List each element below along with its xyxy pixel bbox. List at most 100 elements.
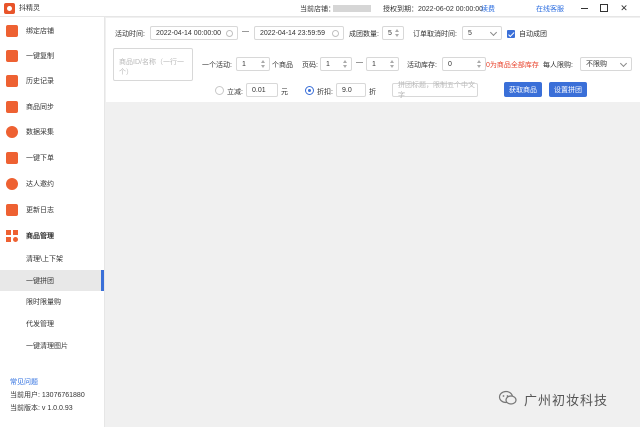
- maximize-icon[interactable]: [598, 2, 610, 14]
- spinner-icon[interactable]: [389, 60, 396, 69]
- sidebar-item-update-log[interactable]: 更新日志: [0, 198, 104, 222]
- time-range-dash: —: [242, 28, 249, 35]
- auto-group-label: 自动成团: [519, 31, 547, 38]
- page-label: 页码:: [302, 62, 318, 69]
- group-buy-form: 活动时间: 2022-04-14 00:00:00 — 2022-04-14 2…: [106, 18, 640, 102]
- product-ids-textarea[interactable]: 商品ID/名称（一行一个）: [113, 48, 193, 81]
- sidebar-item-label: 更新日志: [26, 207, 54, 214]
- sidebar-item-product-sync[interactable]: 商品同步: [0, 95, 104, 119]
- stock-stepper[interactable]: 0: [442, 57, 486, 71]
- sidebar: 绑定店铺 一键复制 历史记录 商品同步 数据采集 一键下单 达人邀约 更新日志 …: [0, 17, 105, 427]
- discount-unit: 折: [369, 89, 376, 96]
- current-version: 当前版本: v 1.0.0.93: [10, 405, 73, 412]
- app-title: 抖精灵: [19, 5, 40, 12]
- discount-label: 折扣:: [317, 89, 333, 96]
- start-time-picker[interactable]: 2022-04-14 00:00:00: [150, 26, 238, 40]
- group-title-input[interactable]: 拼团标题，限制五个中文字: [392, 82, 478, 99]
- one-activity-stepper[interactable]: 1: [236, 57, 270, 71]
- subitem-label: 一键拼团: [26, 277, 54, 285]
- clock-icon: [332, 30, 339, 37]
- current-user: 当前用户: 13076761880: [10, 392, 85, 399]
- sidebar-item-one-click-order[interactable]: 一键下单: [0, 146, 104, 170]
- discount-radio[interactable]: [305, 86, 314, 95]
- sidebar-item-label: 商品同步: [26, 104, 54, 111]
- store-name-redacted: [333, 5, 371, 12]
- lightning-icon: [6, 126, 18, 138]
- title-bar: 抖精灵 当前店铺： 授权到期：2022-06-02 00:00:00 续费 在线…: [0, 0, 640, 17]
- get-products-button[interactable]: 获取商品: [504, 82, 542, 97]
- reduce-radio[interactable]: [215, 86, 224, 95]
- subitem-label: 代发管理: [26, 320, 54, 328]
- subitem-one-click-group[interactable]: 一键拼团: [0, 270, 104, 291]
- reduce-value: 0.01: [252, 86, 266, 94]
- chat-icon: [6, 178, 18, 190]
- license-expiry: 授权到期：2022-06-02 00:00:00: [383, 6, 483, 13]
- subitem-dropship-manage[interactable]: 代发管理: [0, 313, 104, 334]
- page-from-stepper[interactable]: 1: [320, 57, 352, 71]
- sidebar-item-influencer-invite[interactable]: 达人邀约: [0, 172, 104, 196]
- product-unit-label: 个商品: [272, 62, 293, 69]
- spinner-icon[interactable]: [342, 60, 349, 69]
- sidebar-item-data-collect[interactable]: 数据采集: [0, 120, 104, 144]
- page-from-value: 1: [326, 60, 330, 68]
- sidebar-item-label: 达人邀约: [26, 181, 54, 188]
- sidebar-item-history[interactable]: 历史记录: [0, 69, 104, 93]
- renew-link[interactable]: 续费: [481, 4, 495, 14]
- app-logo-icon: [4, 2, 15, 14]
- subitem-clean-shelf[interactable]: 清理\上下架: [0, 248, 104, 269]
- subitem-clean-images[interactable]: 一键清理图片: [0, 335, 104, 356]
- store-icon: [6, 25, 18, 37]
- end-time-picker[interactable]: 2022-04-14 23:59:59: [254, 26, 344, 40]
- reduce-unit: 元: [281, 89, 288, 96]
- product-ids-placeholder: 商品ID/名称（一行一个）: [119, 59, 184, 76]
- one-activity-value: 1: [242, 60, 246, 68]
- history-icon: [6, 75, 18, 87]
- shopping-bag-icon: [6, 50, 18, 62]
- discount-input[interactable]: 9.0: [336, 83, 366, 97]
- online-service-link[interactable]: 在线客服: [536, 4, 564, 14]
- spinner-icon[interactable]: [476, 60, 483, 69]
- cancel-time-value: 5: [468, 29, 472, 37]
- cart-icon: [6, 152, 18, 164]
- reduce-label: 立减:: [227, 89, 243, 96]
- auto-group-checkbox[interactable]: [507, 30, 515, 38]
- sidebar-item-label: 数据采集: [26, 129, 54, 136]
- spinner-icon[interactable]: [260, 60, 267, 69]
- limit-select[interactable]: 不限购: [580, 57, 632, 71]
- stock-label: 活动库存:: [407, 62, 437, 69]
- page-range-dash: —: [356, 59, 363, 66]
- sidebar-item-product-manage[interactable]: 商品管理: [0, 224, 104, 248]
- end-time-value: 2022-04-14 23:59:59: [260, 29, 325, 37]
- sidebar-item-one-click-copy[interactable]: 一键复制: [0, 44, 104, 68]
- subitem-label: 限时限量购: [26, 298, 61, 306]
- page-to-stepper[interactable]: 1: [366, 57, 399, 71]
- set-group-button[interactable]: 设置拼团: [549, 82, 587, 97]
- clock-icon: [226, 30, 233, 37]
- faq-link[interactable]: 常见问题: [10, 377, 38, 387]
- sidebar-item-label: 一键复制: [26, 53, 54, 60]
- group-count-stepper[interactable]: 5: [382, 26, 404, 40]
- chevron-down-icon: [619, 59, 628, 68]
- group-count-value: 5: [388, 29, 392, 37]
- subitem-limited-purchase[interactable]: 限时限量购: [0, 291, 104, 312]
- log-icon: [6, 204, 18, 216]
- group-title-placeholder: 拼团标题，限制五个中文字: [398, 82, 475, 99]
- store-label: 当前店铺：: [300, 6, 335, 13]
- watermark-text: 广州初妆科技: [524, 393, 609, 408]
- grid-icon: [6, 230, 18, 242]
- limit-label: 每人限购:: [543, 62, 573, 69]
- close-icon[interactable]: ✕: [618, 2, 630, 14]
- sidebar-item-label: 历史记录: [26, 78, 54, 85]
- sidebar-item-label: 绑定店铺: [26, 28, 54, 35]
- sidebar-item-bind-store[interactable]: 绑定店铺: [0, 19, 104, 43]
- subitem-label: 一键清理图片: [26, 342, 68, 350]
- wechat-icon: [498, 390, 517, 405]
- sidebar-item-label: 一键下单: [26, 155, 54, 162]
- cancel-time-label: 订单取消时间:: [413, 31, 457, 38]
- page-to-value: 1: [372, 60, 376, 68]
- cancel-time-select[interactable]: 5: [462, 26, 502, 40]
- spinner-icon[interactable]: [394, 29, 401, 38]
- reduce-input[interactable]: 0.01: [246, 83, 278, 97]
- activity-time-label: 活动时间:: [115, 31, 145, 38]
- minimize-icon[interactable]: [578, 2, 590, 14]
